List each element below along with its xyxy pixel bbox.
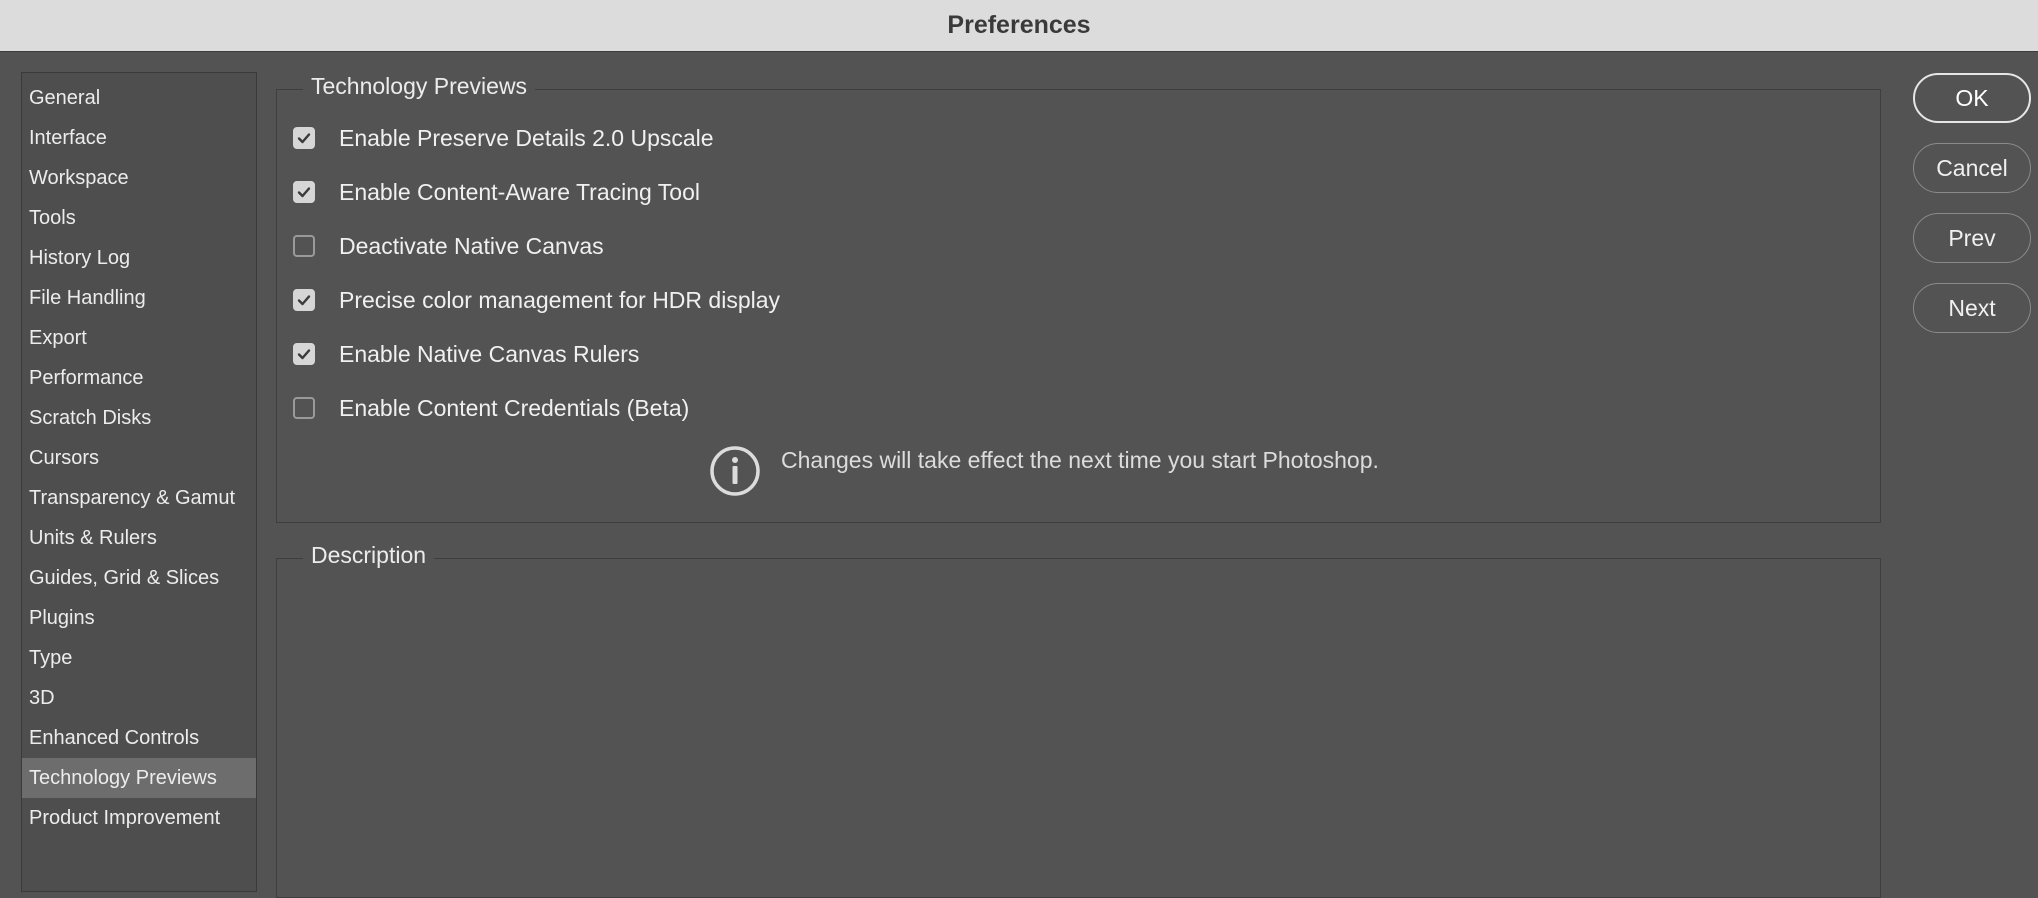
cancel-button[interactable]: Cancel: [1913, 143, 2031, 193]
option-deactivate-native-canvas[interactable]: Deactivate Native Canvas: [293, 230, 604, 262]
checkbox[interactable]: [293, 235, 315, 257]
option-preserve-details-upscale[interactable]: Enable Preserve Details 2.0 Upscale: [293, 122, 714, 154]
title-bar: Preferences: [0, 0, 2038, 52]
checkbox[interactable]: [293, 397, 315, 419]
technology-previews-group: Technology Previews Enable Preserve Deta…: [276, 73, 1881, 523]
checkmark-icon: [297, 133, 311, 144]
sidebar-item-general[interactable]: General: [22, 78, 256, 118]
sidebar-item-export[interactable]: Export: [22, 318, 256, 358]
sidebar-item-scratch-disks[interactable]: Scratch Disks: [22, 398, 256, 438]
restart-notice: Changes will take effect the next time y…: [709, 445, 1379, 497]
sidebar-item-tools[interactable]: Tools: [22, 198, 256, 238]
checkmark-icon: [297, 295, 311, 306]
checkbox[interactable]: [293, 127, 315, 149]
option-label: Enable Native Canvas Rulers: [339, 340, 640, 367]
description-title: Description: [303, 542, 435, 569]
checkmark-icon: [297, 349, 311, 360]
description-group: Description: [276, 542, 1881, 898]
option-label: Deactivate Native Canvas: [339, 232, 604, 259]
checkbox[interactable]: [293, 289, 315, 311]
sidebar-item-workspace[interactable]: Workspace: [22, 158, 256, 198]
sidebar-item-type[interactable]: Type: [22, 638, 256, 678]
option-precise-color-management-hdr[interactable]: Precise color management for HDR display: [293, 284, 780, 316]
next-button[interactable]: Next: [1913, 283, 2031, 333]
option-label: Enable Content-Aware Tracing Tool: [339, 178, 700, 205]
option-native-canvas-rulers[interactable]: Enable Native Canvas Rulers: [293, 338, 639, 370]
window-title: Preferences: [947, 11, 1091, 39]
preferences-sidebar: General Interface Workspace Tools Histor…: [21, 72, 257, 892]
prev-button[interactable]: Prev: [1913, 213, 2031, 263]
checkmark-icon: [297, 187, 311, 198]
technology-previews-title: Technology Previews: [303, 73, 536, 100]
sidebar-item-guides-grid-slices[interactable]: Guides, Grid & Slices: [22, 558, 256, 598]
sidebar-item-performance[interactable]: Performance: [22, 358, 256, 398]
ok-button[interactable]: OK: [1913, 73, 2031, 123]
option-label: Enable Preserve Details 2.0 Upscale: [339, 124, 714, 151]
info-icon: [710, 446, 760, 496]
checkbox[interactable]: [293, 181, 315, 203]
option-label: Enable Content Credentials (Beta): [339, 394, 690, 421]
restart-notice-text: Changes will take effect the next time y…: [781, 447, 1379, 473]
checkbox[interactable]: [293, 343, 315, 365]
sidebar-item-technology-previews[interactable]: Technology Previews: [22, 758, 256, 798]
sidebar-item-product-improvement[interactable]: Product Improvement: [22, 798, 256, 838]
sidebar-item-plugins[interactable]: Plugins: [22, 598, 256, 638]
sidebar-item-interface[interactable]: Interface: [22, 118, 256, 158]
sidebar-item-file-handling[interactable]: File Handling: [22, 278, 256, 318]
sidebar-item-enhanced-controls[interactable]: Enhanced Controls: [22, 718, 256, 758]
option-content-credentials-beta[interactable]: Enable Content Credentials (Beta): [293, 392, 689, 424]
sidebar-item-transparency-gamut[interactable]: Transparency & Gamut: [22, 478, 256, 518]
option-label: Precise color management for HDR display: [339, 286, 781, 313]
sidebar-item-units-rulers[interactable]: Units & Rulers: [22, 518, 256, 558]
sidebar-item-cursors[interactable]: Cursors: [22, 438, 256, 478]
option-content-aware-tracing-tool[interactable]: Enable Content-Aware Tracing Tool: [293, 176, 700, 208]
sidebar-item-3d[interactable]: 3D: [22, 678, 256, 718]
sidebar-item-history-log[interactable]: History Log: [22, 238, 256, 278]
